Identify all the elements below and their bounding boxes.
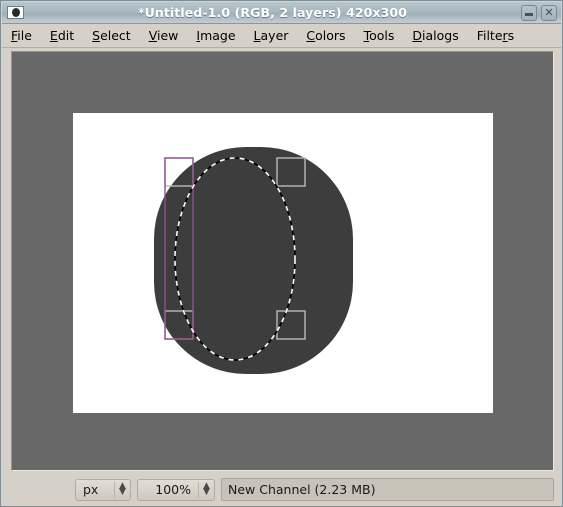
minimize-icon-bar bbox=[525, 13, 533, 16]
menu-view[interactable]: View bbox=[140, 26, 188, 45]
menu-colors-post: olors bbox=[315, 28, 346, 43]
zoom-value: 100% bbox=[155, 482, 191, 497]
menu-tools-post: ools bbox=[369, 28, 395, 43]
menu-edit-mnemonic: E bbox=[49, 28, 58, 43]
menu-dialogs[interactable]: Dialogs bbox=[403, 26, 467, 45]
menu-layer-mnemonic: L bbox=[253, 28, 261, 43]
minimize-icon bbox=[522, 6, 536, 20]
menu-file[interactable]: File bbox=[2, 26, 41, 45]
image-document-icon-dot bbox=[11, 8, 20, 17]
menu-image[interactable]: Image bbox=[187, 26, 244, 45]
menu-view-post: iew bbox=[157, 28, 179, 43]
unit-selector[interactable]: px ▲ ▼ bbox=[75, 478, 131, 501]
menu-layer-post: ayer bbox=[260, 28, 289, 43]
menu-layer[interactable]: Layer bbox=[245, 26, 298, 45]
status-message: New Channel (2.23 MB) bbox=[221, 478, 554, 501]
dark-rounded-blob bbox=[154, 147, 353, 374]
menu-view-mnemonic: V bbox=[148, 28, 157, 43]
zoom-selector[interactable]: 100% ▲ ▼ bbox=[137, 478, 215, 501]
image-document-icon bbox=[7, 6, 24, 19]
menu-edit-post: dit bbox=[57, 28, 75, 43]
menu-colors[interactable]: Colors bbox=[297, 26, 354, 45]
unit-value: px bbox=[83, 482, 99, 497]
window-title: *Untitled-1.0 (RGB, 2 layers) 420x300 bbox=[137, 5, 408, 20]
menu-tools[interactable]: Tools bbox=[355, 26, 404, 45]
gimp-image-window: *Untitled-1.0 (RGB, 2 layers) 420x300 ✕ … bbox=[0, 0, 563, 507]
canvas-artwork bbox=[154, 147, 353, 374]
close-icon: ✕ bbox=[544, 6, 554, 19]
menu-edit[interactable]: Edit bbox=[41, 26, 83, 45]
statusbar: px ▲ ▼ 100% ▲ ▼ New Channel (2.23 MB) bbox=[2, 473, 561, 506]
menu-dialogs-post: ialogs bbox=[422, 28, 459, 43]
close-button[interactable]: ✕ bbox=[541, 4, 557, 21]
menu-select[interactable]: Select bbox=[83, 26, 140, 45]
window-titlebar[interactable]: *Untitled-1.0 (RGB, 2 layers) 420x300 ✕ bbox=[2, 2, 561, 24]
menu-filters-post: s bbox=[507, 28, 515, 43]
menubar: File Edit Select View Image Layer Colors… bbox=[2, 24, 561, 48]
unit-stepper-icon[interactable]: ▲ ▼ bbox=[115, 482, 130, 497]
menu-image-post: mage bbox=[200, 28, 236, 43]
canvas-viewport[interactable] bbox=[11, 51, 554, 471]
menu-file-post: ile bbox=[17, 28, 32, 43]
chevron-down-icon: ▼ bbox=[119, 486, 126, 497]
menu-filters-pre: Filte bbox=[476, 28, 503, 43]
menu-colors-mnemonic: C bbox=[306, 28, 316, 43]
minimize-button[interactable] bbox=[521, 4, 537, 21]
menu-select-mnemonic: S bbox=[92, 28, 101, 43]
menu-filters[interactable]: Filters bbox=[468, 26, 523, 45]
menu-dialogs-mnemonic: D bbox=[412, 28, 422, 43]
image-canvas[interactable] bbox=[73, 113, 493, 413]
chevron-down-icon: ▼ bbox=[203, 486, 210, 497]
menu-select-post: elect bbox=[100, 28, 131, 43]
zoom-stepper-icon[interactable]: ▲ ▼ bbox=[199, 482, 214, 497]
